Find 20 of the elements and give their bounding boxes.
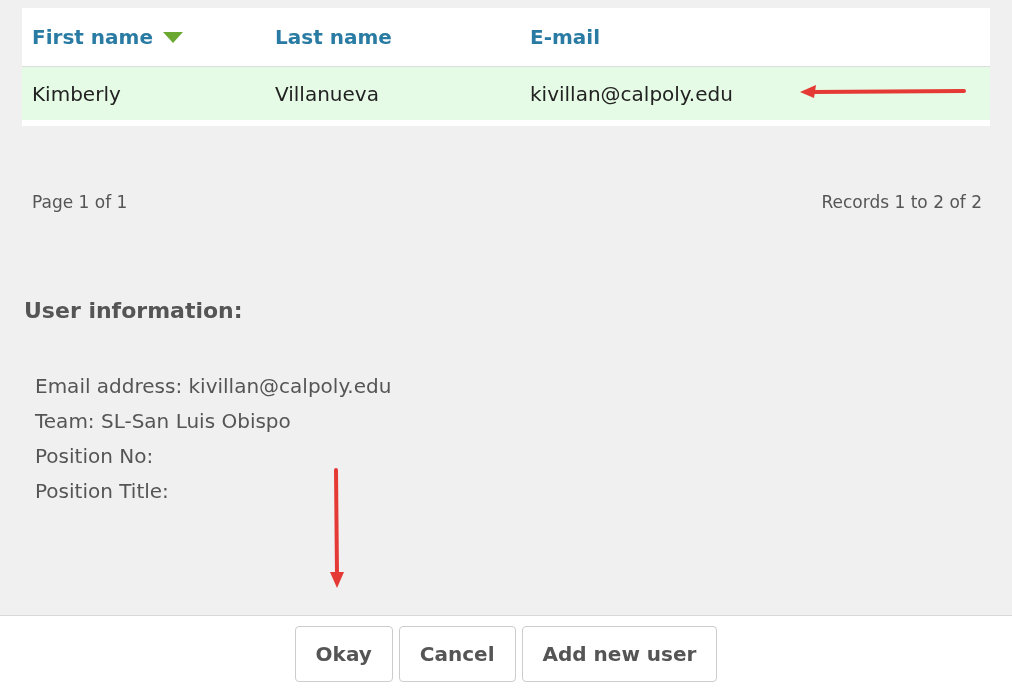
column-header[interactable]: E-mail <box>530 22 600 52</box>
dialog-button[interactable]: Cancel <box>398 626 516 682</box>
sort-descending-icon[interactable] <box>162 31 183 43</box>
dialog-button[interactable]: Add new user <box>521 626 718 682</box>
info-line: Team: SL-San Luis Obispo <box>35 407 291 435</box>
info-line: Email address: kivillan@calpoly.edu <box>35 372 392 400</box>
dialog-button[interactable]: Okay <box>294 626 393 682</box>
arrow-icon <box>798 83 966 99</box>
table-row[interactable]: Kimberly Villanueva kivillan@calpoly.edu <box>22 67 990 120</box>
arrow-icon <box>328 468 346 590</box>
table-cell: kivillan@calpoly.edu <box>530 81 733 106</box>
info-line: Position Title: <box>35 477 169 505</box>
records-count: Records 1 to 2 of 2 <box>821 191 982 214</box>
column-header[interactable]: Last name <box>275 22 392 52</box>
table-cell: Kimberly <box>32 81 121 106</box>
section-heading: User information: <box>24 296 244 325</box>
column-header[interactable]: First name <box>32 22 153 52</box>
table-cell: Villanueva <box>275 81 379 106</box>
info-line: Position No: <box>35 442 154 470</box>
page-indicator: Page 1 of 1 <box>32 191 128 214</box>
